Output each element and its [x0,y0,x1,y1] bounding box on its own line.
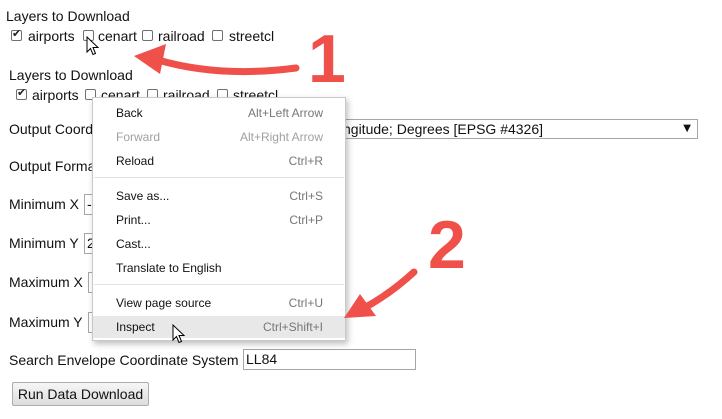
arrow-1-head-icon [134,44,166,74]
arrow-1-icon [154,56,300,76]
step-1-number: 1 [308,21,346,97]
annotation-overlay [134,44,418,318]
arrow-2-icon [360,268,418,312]
step-2-number: 2 [428,207,466,283]
